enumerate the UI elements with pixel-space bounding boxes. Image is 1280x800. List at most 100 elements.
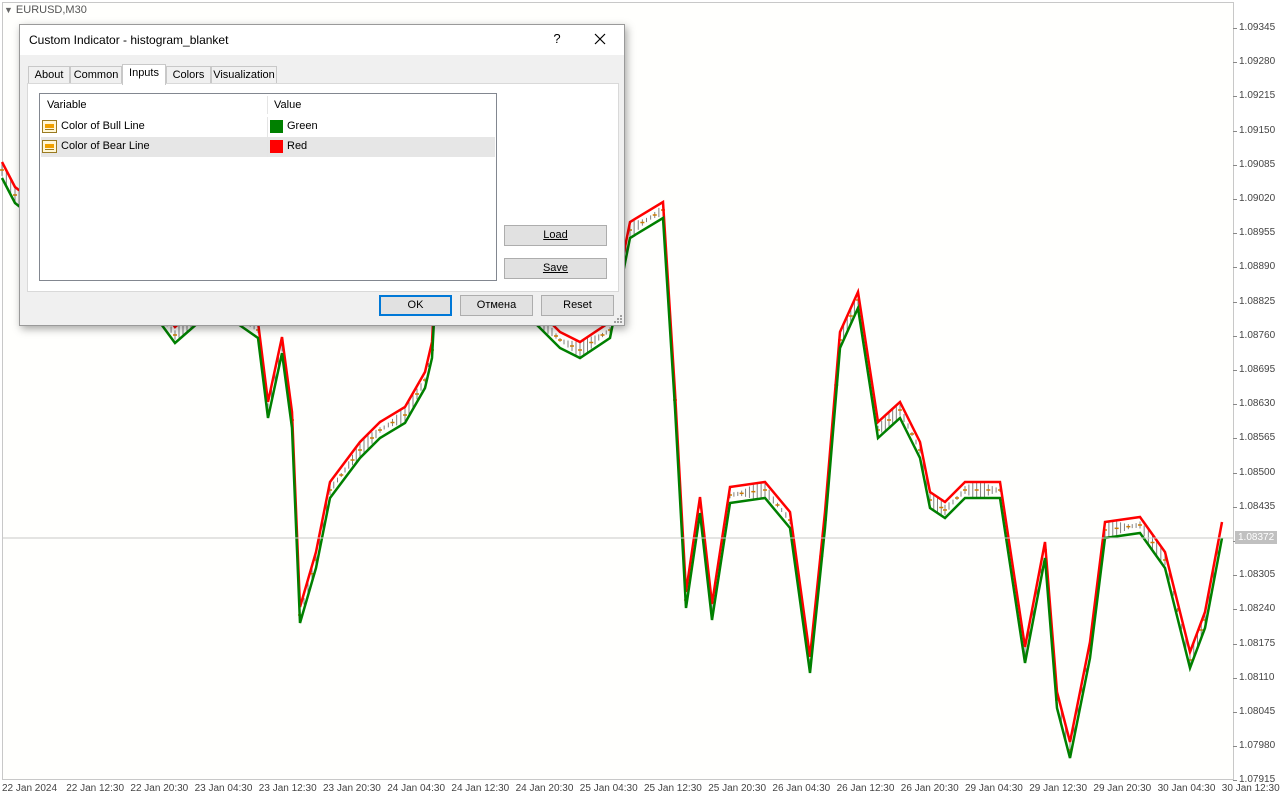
resize-grip-icon[interactable] [612,313,622,323]
price-axis-tick [1233,96,1237,98]
price-axis-tick [1233,28,1237,29]
time-axis-label: 26 Jan 20:30 [900,783,959,794]
price-axis-label: 1.08045 [1239,706,1276,717]
price-axis-label: 1.09085 [1239,158,1276,170]
time-axis-label: 30 Jan 12:30 [1221,783,1280,794]
time-axis-label: 23 Jan 04:30 [194,783,253,794]
price-axis-label: 1.08955 [1239,227,1276,239]
time-axis-label: 30 Jan 04:30 [1157,783,1216,794]
price-axis-tick [1233,506,1237,508]
price-axis-label: 1.08240 [1239,603,1276,615]
price-axis-label: 1.09345 [1239,22,1276,33]
price-axis-tick [1233,677,1237,679]
variable-icon [42,139,58,154]
dialog-titlebar: Custom Indicator - histogram_blanket ? [20,25,624,55]
color-swatch-green[interactable] [270,120,283,133]
price-axis-tick [1233,404,1237,406]
save-button[interactable]: Save [504,258,607,279]
tab-common[interactable]: Common [70,66,122,84]
collapse-triangle-icon[interactable]: ▼ [4,5,13,15]
price-axis-label: 1.08175 [1239,637,1276,649]
variable-value[interactable]: Red [287,140,307,152]
time-axis-label: 22 Jan 12:30 [66,783,125,794]
price-axis-tick [1233,472,1237,474]
custom-indicator-dialog: Custom Indicator - histogram_blanket ? A… [19,24,625,326]
price-axis-tick [1233,301,1237,303]
close-button[interactable] [590,29,610,49]
time-axis-label: 22 Jan 20:30 [130,783,189,794]
dialog-title: Custom Indicator - histogram_blanket [29,33,229,47]
price-axis-tick [1233,575,1237,577]
column-header-value[interactable]: Value [267,94,495,116]
price-axis-tick [1233,438,1237,440]
symbol-title: ▼ EURUSD,M30 [4,4,87,16]
tab-visualization[interactable]: Visualization [211,66,277,84]
time-axis-label: 24 Jan 20:30 [515,783,574,794]
inputs-panel: Variable Value Color of Bull Line Green … [27,83,619,292]
save-button-label: Save [542,262,569,274]
load-button[interactable]: Load [504,225,607,246]
variable-value[interactable]: Green [287,120,318,132]
price-axis-tick [1233,199,1237,200]
close-icon [594,33,606,45]
price-axis-tick [1233,164,1237,166]
time-axis-label: 29 Jan 12:30 [1029,783,1088,794]
price-axis-tick [1233,643,1237,645]
price-axis-label: 1.08110 [1239,671,1275,683]
time-axis-label: 26 Jan 04:30 [772,783,831,794]
time-axis-label: 24 Jan 12:30 [451,783,510,794]
time-axis-label: 23 Jan 20:30 [323,783,381,794]
time-axis-label: 29 Jan 20:30 [1093,783,1152,794]
column-header-variable[interactable]: Variable [40,94,267,116]
input-row-bull-color[interactable]: Color of Bull Line Green [41,117,495,137]
time-axis-label: 22 Jan 2024 [2,783,58,794]
price-axis-label: 1.08435 [1239,500,1276,512]
cell-divider [267,117,268,137]
current-price-label: 1.08372 [1235,531,1277,544]
ok-button[interactable]: OK [379,295,452,316]
price-axis-tick [1233,370,1237,371]
price-axis-tick [1233,712,1237,713]
price-axis-label: 1.08500 [1239,466,1276,478]
input-row-bear-color[interactable]: Color of Bear Line Red [41,137,495,157]
price-axis-tick [1233,267,1237,269]
time-axis-label: 25 Jan 12:30 [644,783,702,794]
variable-name: Color of Bear Line [61,140,150,152]
tab-about[interactable]: About [28,66,70,84]
inputs-grid[interactable]: Variable Value Color of Bull Line Green … [39,93,497,281]
reset-button[interactable]: Reset [541,295,614,316]
tab-colors[interactable]: Colors [166,66,211,84]
variable-icon [42,119,58,134]
price-axis-tick [1233,335,1237,337]
price-axis-label: 1.08565 [1239,432,1276,444]
price-axis-tick [1233,746,1237,748]
cancel-button[interactable]: Отмена [460,295,533,316]
price-axis-label: 1.08695 [1239,364,1276,375]
time-axis-label: 29 Jan 04:30 [965,783,1023,794]
load-button-label: Load [543,229,568,241]
price-axis-label: 1.08305 [1239,569,1276,581]
price-axis-tick [1233,62,1237,64]
price-axis-label: 1.09020 [1239,193,1276,204]
time-axis-label: 25 Jan 04:30 [579,783,638,794]
help-button[interactable]: ? [550,31,564,49]
time-axis-label: 23 Jan 12:30 [258,783,317,794]
time-axis-label: 26 Jan 12:30 [836,783,895,794]
price-axis-tick [1233,130,1237,132]
variable-name: Color of Bull Line [61,120,145,132]
time-axis-label: 24 Jan 04:30 [387,783,446,794]
color-swatch-red[interactable] [270,140,283,153]
time-axis-label: 25 Jan 20:30 [708,783,767,794]
price-axis-label: 1.08760 [1239,329,1276,341]
price-axis-label: 1.08630 [1239,398,1276,410]
price-axis-label: 1.07980 [1239,740,1276,752]
price-axis-label: 1.09150 [1239,124,1276,136]
price-axis-label: 1.09280 [1239,56,1276,68]
price-axis-label: 1.08890 [1239,261,1276,273]
price-axis-tick [1233,780,1237,782]
price-axis-tick [1233,233,1237,235]
tab-inputs[interactable]: Inputs [122,64,166,85]
cell-divider [267,137,268,157]
price-axis-label: 1.08825 [1239,295,1276,307]
price-axis-tick [1233,609,1237,611]
